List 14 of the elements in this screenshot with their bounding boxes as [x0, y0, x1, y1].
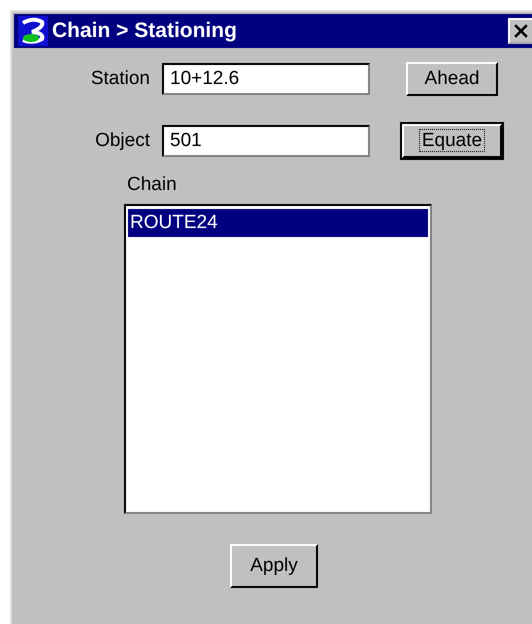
text-field[interactable]: 501: [162, 125, 370, 157]
text-field[interactable]: 10+12.6: [162, 63, 370, 95]
action-button[interactable]: Ahead: [406, 62, 498, 96]
list-item[interactable]: ROUTE24: [128, 209, 428, 237]
window-title: Chain > Stationing: [52, 19, 238, 43]
close-icon: [514, 24, 528, 38]
field-label: Station: [90, 68, 151, 90]
action-button[interactable]: Equate: [402, 124, 502, 158]
field-label: Object: [94, 130, 151, 152]
close-button[interactable]: [508, 18, 532, 44]
list-label: Chain: [127, 174, 178, 196]
app-logo-icon: [18, 16, 48, 46]
apply-button[interactable]: Apply: [230, 544, 318, 588]
chain-listbox[interactable]: ROUTE24: [124, 204, 432, 514]
